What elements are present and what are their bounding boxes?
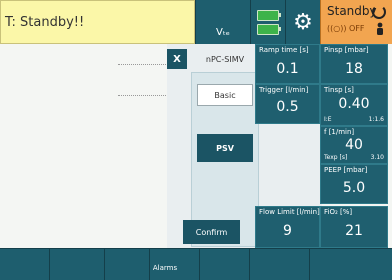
trigger-tile[interactable]: Trigger [l/min] 0.5 [255, 84, 320, 124]
pinsp-tile[interactable]: Pinsp [mbar] 18 [320, 44, 388, 84]
bottom-button[interactable] [50, 249, 105, 280]
divider-line [118, 64, 168, 65]
status-text: T: Standby!! [5, 14, 85, 30]
power-icon [372, 5, 386, 19]
off-label: ((○)) OFF [327, 24, 365, 33]
bottom-button[interactable] [200, 249, 250, 280]
standby-button[interactable]: Standby ((○)) OFF [320, 0, 392, 44]
divider-line [118, 95, 168, 96]
status-bar: T: Standby!! [0, 0, 195, 44]
person-icon [377, 22, 383, 35]
alarms-label: Alarms [152, 264, 178, 272]
freq-tile[interactable]: f [1/min] 40 Texp [s] 3.10 [320, 126, 388, 164]
psv-button[interactable]: PSV [197, 134, 253, 162]
bottom-bar [0, 248, 392, 280]
battery-icon [257, 23, 281, 35]
flow-limit-tile[interactable]: Flow Limit [l/min] 9 [255, 206, 320, 248]
standby-label: Standby [327, 4, 377, 18]
mode-title: nPC-SIMV [205, 54, 245, 64]
confirm-button[interactable]: Confirm [183, 220, 240, 244]
battery-button[interactable] [250, 0, 285, 44]
vte-label: Vₜₑ [216, 27, 230, 38]
basic-button[interactable]: Basic [197, 84, 253, 106]
bottom-button[interactable] [310, 249, 392, 280]
settings-button[interactable]: ⚙ [285, 0, 320, 44]
battery-icon [257, 9, 281, 21]
bottom-button[interactable] [0, 249, 50, 280]
fio2-tile[interactable]: FiO₂ [%] 21 [320, 206, 388, 248]
bottom-button[interactable] [250, 249, 310, 280]
peep-tile[interactable]: PEEP [mbar] 5.0 [320, 164, 388, 204]
ramp-time-tile[interactable]: Ramp time [s] 0.1 [255, 44, 320, 84]
settings-gears-icon: ⚙ [293, 9, 313, 35]
bottom-button[interactable] [105, 249, 150, 280]
tinsp-tile[interactable]: Tinsp [s] 0.40 I:E 1:1.6 [320, 84, 388, 126]
ventilator-screen: T: Standby!! Vₜₑ ⚙ Standby ((○)) OFF X n… [0, 0, 392, 280]
vte-button[interactable]: Vₜₑ [195, 0, 250, 44]
